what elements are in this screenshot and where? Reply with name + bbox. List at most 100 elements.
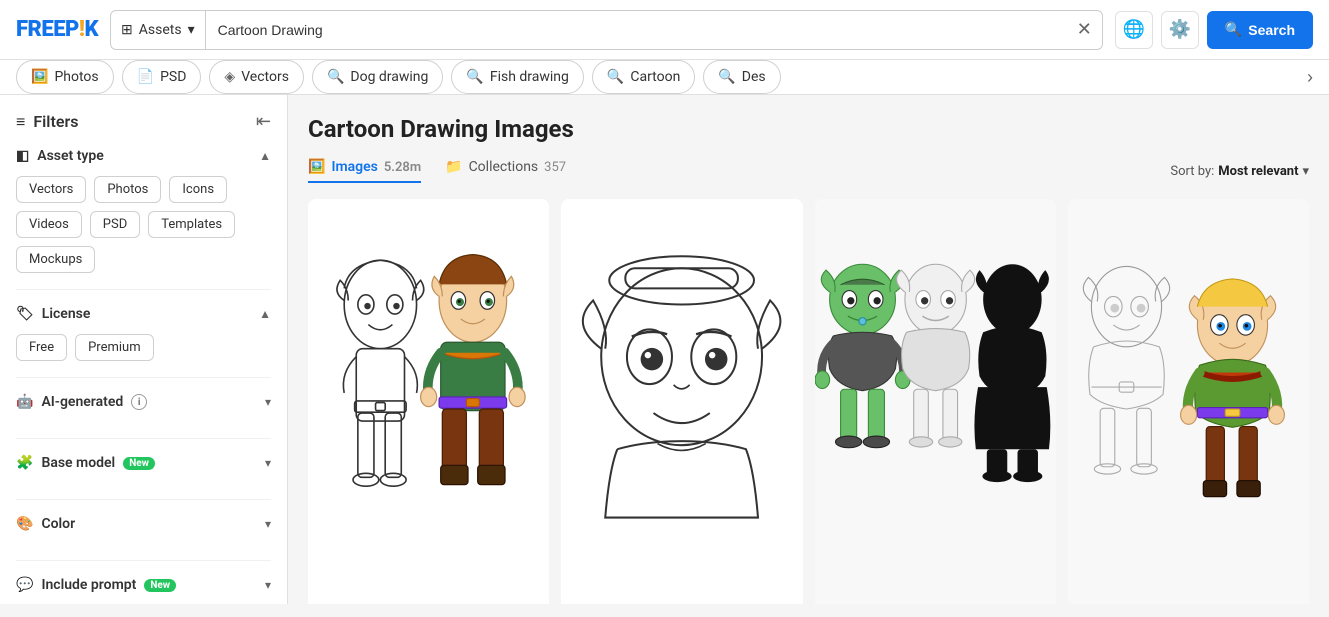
sort-chevron-icon: ▾ — [1302, 164, 1309, 179]
nav-pill-psd-label: PSD — [160, 69, 186, 85]
nav-pill-fish-drawing[interactable]: 🔍 Fish drawing — [451, 60, 584, 94]
license-title: 🏷 License — [16, 306, 90, 322]
search-input[interactable] — [206, 22, 1067, 38]
image-card-2[interactable] — [561, 199, 802, 604]
base-model-header[interactable]: 🧩 Base model New ▾ — [16, 455, 271, 471]
base-model-title: 🧩 Base model New — [16, 455, 155, 471]
nav-pill-dog-drawing-label: Dog drawing — [350, 69, 428, 85]
search-btn-icon: 🔍 — [1225, 21, 1242, 38]
tab-collections-label: Collections — [469, 159, 539, 175]
search-btn-label: Search — [1248, 22, 1295, 38]
assets-dropdown[interactable]: ⊞ Assets ▾ — [111, 11, 206, 49]
license-chips: Free Premium — [16, 334, 271, 361]
sidebar-collapse-button[interactable]: ⇤ — [256, 111, 271, 132]
collections-count: 357 — [544, 160, 566, 175]
license-chevron-icon: ▲ — [259, 307, 271, 321]
chip-mockups[interactable]: Mockups — [16, 246, 95, 273]
images-count: 5.28m — [384, 160, 421, 175]
nav-pill-photos-label: Photos — [54, 69, 98, 85]
assets-icon: ⊞ — [121, 22, 133, 38]
photos-icon: 🖼️ — [31, 69, 48, 85]
image-card-1[interactable] — [308, 199, 549, 604]
license-header[interactable]: 🏷 License ▲ — [16, 306, 271, 322]
license-section: 🏷 License ▲ Free Premium — [16, 306, 271, 378]
chip-photos[interactable]: Photos — [94, 176, 161, 203]
fish-drawing-search-icon: 🔍 — [466, 69, 483, 85]
nav-pill-cartoon-label: Cartoon — [630, 69, 680, 85]
asset-type-header[interactable]: ◧ Asset type ▲ — [16, 148, 271, 164]
nav-pill-photos[interactable]: 🖼️ Photos — [16, 60, 114, 94]
content-tabs-bar: 🖼️ Images 5.28m 📁 Collections 357 Sort b… — [308, 159, 1309, 183]
include-prompt-icon: 💬 — [16, 577, 33, 593]
chip-free[interactable]: Free — [16, 334, 67, 361]
sidebar: ≡ Filters ⇤ ◧ Asset type ▲ Vectors Photo… — [0, 95, 288, 604]
color-title: 🎨 Color — [16, 516, 75, 532]
nav-next-button[interactable]: › — [1307, 67, 1313, 88]
base-model-chevron-icon: ▾ — [265, 456, 271, 470]
sort-by-label: Sort by: — [1170, 164, 1214, 179]
content-area: Cartoon Drawing Images 🖼️ Images 5.28m 📁… — [288, 95, 1329, 604]
image-card-3[interactable] — [815, 199, 1056, 604]
ai-generated-chevron-icon: ▾ — [265, 395, 271, 409]
clear-search-button[interactable]: ✕ — [1067, 19, 1102, 40]
ai-info-icon[interactable]: i — [131, 394, 147, 410]
assets-chevron-icon: ▾ — [188, 22, 195, 38]
nav-pill-psd[interactable]: 📄 PSD — [122, 60, 202, 94]
settings-icon: ⚙️ — [1169, 19, 1191, 40]
color-section: 🎨 Color ▾ — [16, 516, 271, 561]
chip-premium[interactable]: Premium — [75, 334, 154, 361]
header: FREEP!K ⊞ Assets ▾ ✕ 🌐 ⚙️ 🔍 Search — [0, 0, 1329, 60]
header-icons: 🌐 ⚙️ 🔍 Search — [1115, 11, 1313, 49]
include-prompt-new-badge: New — [144, 579, 176, 592]
sort-by-value: Most relevant — [1218, 164, 1298, 179]
assets-label: Assets — [139, 22, 182, 38]
filters-label: Filters — [33, 112, 78, 131]
nav-pill-des-label: Des — [742, 69, 766, 85]
license-icon: 🏷 — [16, 306, 34, 322]
include-prompt-section: 💬 Include prompt New ▾ — [16, 577, 271, 604]
vectors-icon: ◈ — [224, 69, 235, 85]
base-model-new-badge: New — [123, 457, 155, 470]
asset-type-section: ◧ Asset type ▲ Vectors Photos Icons Vide… — [16, 148, 271, 290]
nav-pill-des[interactable]: 🔍 Des — [703, 60, 780, 94]
language-icon: 🌐 — [1123, 19, 1145, 40]
nav-pill-dog-drawing[interactable]: 🔍 Dog drawing — [312, 60, 443, 94]
tabs-left: 🖼️ Images 5.28m 📁 Collections 357 — [308, 159, 566, 183]
asset-type-icon: ◧ — [16, 148, 29, 164]
tab-images-label: Images — [331, 159, 377, 175]
language-button[interactable]: 🌐 — [1115, 11, 1153, 49]
chip-psd[interactable]: PSD — [90, 211, 140, 238]
image-card-4[interactable] — [1068, 199, 1309, 604]
ai-generated-header[interactable]: 🤖 AI-generated i ▾ — [16, 394, 271, 410]
cartoon-search-icon: 🔍 — [607, 69, 624, 85]
base-model-section: 🧩 Base model New ▾ — [16, 455, 271, 500]
nav-pill-cartoon[interactable]: 🔍 Cartoon — [592, 60, 695, 94]
filter-icon: ≡ — [16, 112, 25, 132]
ai-generated-section: 🤖 AI-generated i ▾ — [16, 394, 271, 439]
settings-button[interactable]: ⚙️ — [1161, 11, 1199, 49]
tab-collections[interactable]: 📁 Collections 357 — [445, 159, 566, 183]
sort-by[interactable]: Sort by: Most relevant ▾ — [1170, 164, 1309, 179]
asset-type-title: ◧ Asset type — [16, 148, 104, 164]
search-button[interactable]: 🔍 Search — [1207, 11, 1313, 49]
color-chevron-icon: ▾ — [265, 517, 271, 531]
sidebar-header: ≡ Filters ⇤ — [16, 111, 271, 132]
base-model-icon: 🧩 — [16, 455, 33, 471]
des-search-icon: 🔍 — [718, 69, 735, 85]
collections-icon: 📁 — [445, 159, 462, 175]
color-header[interactable]: 🎨 Color ▾ — [16, 516, 271, 532]
include-prompt-header[interactable]: 💬 Include prompt New ▾ — [16, 577, 271, 593]
nav-pill-vectors[interactable]: ◈ Vectors — [209, 60, 304, 94]
ai-generated-icon: 🤖 — [16, 394, 33, 410]
chip-vectors[interactable]: Vectors — [16, 176, 86, 203]
chip-templates[interactable]: Templates — [148, 211, 235, 238]
chip-icons[interactable]: Icons — [169, 176, 227, 203]
chip-videos[interactable]: Videos — [16, 211, 82, 238]
images-icon: 🖼️ — [308, 159, 325, 175]
color-icon: 🎨 — [16, 516, 33, 532]
tab-images[interactable]: 🖼️ Images 5.28m — [308, 159, 421, 183]
logo[interactable]: FREEP!K — [16, 17, 98, 42]
page-title: Cartoon Drawing Images — [308, 115, 1309, 143]
ai-generated-title: 🤖 AI-generated i — [16, 394, 147, 410]
search-bar: ⊞ Assets ▾ ✕ — [110, 10, 1103, 50]
